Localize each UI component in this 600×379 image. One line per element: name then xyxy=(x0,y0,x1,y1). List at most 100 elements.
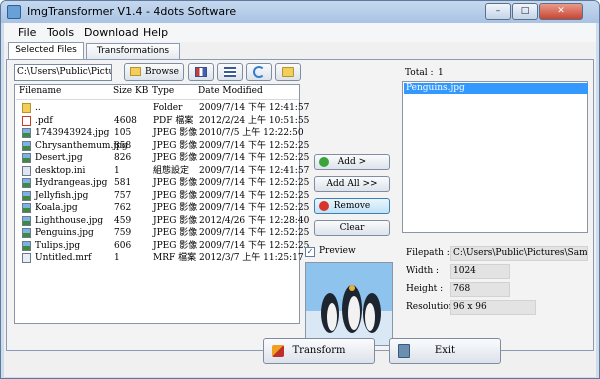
file-size: 858 xyxy=(114,140,132,151)
clear-button[interactable]: Clear xyxy=(314,220,390,236)
file-name: .. xyxy=(35,103,41,113)
selected-file-item[interactable]: Penguins.jpg xyxy=(404,83,588,94)
column-header-date[interactable]: Date Modified xyxy=(198,86,263,96)
file-list[interactable]: Filename Size KB Type Date Modified .. Fo… xyxy=(14,84,309,324)
file-size: 606 xyxy=(114,240,132,251)
image-file-icon xyxy=(22,203,31,213)
file-size: 581 xyxy=(114,178,132,188)
add-all-button[interactable]: Add All >> xyxy=(314,176,390,192)
table-row[interactable]: Chrysanthemum.jpg 858 JPEG 影像 2009/7/14 下午 … xyxy=(16,140,309,152)
exit-button[interactable]: Exit xyxy=(389,338,501,364)
refresh-icon xyxy=(253,66,265,78)
thumbnail-view-icon xyxy=(195,67,207,77)
generic-file-icon xyxy=(22,253,31,263)
width-value: 1024 xyxy=(450,264,510,279)
image-file-icon xyxy=(22,128,31,138)
preview-checkbox[interactable]: ✓ xyxy=(305,247,315,257)
remove-button[interactable]: Remove xyxy=(314,198,390,214)
refresh-button[interactable] xyxy=(246,63,272,81)
file-size: 459 xyxy=(114,215,132,226)
file-name: Jellyfish.jpg xyxy=(35,190,89,201)
folder-add-icon xyxy=(282,67,294,77)
folder-icon xyxy=(130,67,141,76)
minimize-button[interactable]: – xyxy=(485,3,511,20)
table-row[interactable]: 1743943924.jpg 105 JPEG 影像 2010/7/5 上午 12:2… xyxy=(16,127,304,139)
browse-button[interactable]: Browse xyxy=(124,63,184,81)
menu-tools[interactable]: Tools xyxy=(47,26,74,39)
file-type: JPEG 影像 xyxy=(153,203,198,213)
image-file-icon xyxy=(22,153,31,163)
table-row[interactable]: Koala.jpg 762 JPEG 影像 2009/7/14 下午 12:52:25 xyxy=(16,202,309,214)
penguins-preview-image xyxy=(306,263,392,345)
image-file-icon xyxy=(22,215,31,226)
file-name: desktop.ini xyxy=(35,165,86,176)
file-size: 105 xyxy=(114,128,132,138)
table-row[interactable]: .pdf 4608 PDF 檔案 2012/2/24 上午 10:51:55 xyxy=(16,115,309,127)
table-row[interactable]: Hydrangeas.jpg 581 JPEG 影像 2009/7/14 下午 12:… xyxy=(16,177,309,189)
maximize-button[interactable]: □ xyxy=(512,3,538,20)
file-name: Tulips.jpg xyxy=(35,240,81,251)
file-name: Untitled.mrf xyxy=(35,253,92,263)
file-size: 1 xyxy=(114,253,120,263)
add-folder-button[interactable] xyxy=(275,63,301,81)
file-date: 2009/7/14 下午 12:52:25 xyxy=(199,203,310,213)
filepath-value: C:\Users\Public\Pictures\Sample Pictur xyxy=(450,246,588,261)
filepath-label: Filepath : xyxy=(406,248,450,258)
file-type: JPEG 影像 xyxy=(153,128,198,138)
add-button[interactable]: Add > xyxy=(314,154,390,170)
folder-path-field[interactable]: C:\Users\Public\Pictures\Sa xyxy=(14,64,112,81)
file-date: 2012/4/26 下午 12:28:40 xyxy=(199,215,310,226)
file-size: 762 xyxy=(114,203,132,213)
image-file-icon xyxy=(22,240,31,251)
table-row[interactable]: Tulips.jpg 606 JPEG 影像 2009/7/14 下午 12:52:2… xyxy=(16,240,309,252)
file-date: 2012/2/24 上午 10:51:55 xyxy=(199,115,310,126)
selected-files-list[interactable]: Penguins.jpg xyxy=(402,81,588,233)
file-type: JPEG 影像 xyxy=(153,228,198,238)
file-date: 2012/3/7 上午 11:25:17 xyxy=(199,253,304,263)
image-file-icon xyxy=(22,178,31,188)
menu-download[interactable]: Download xyxy=(84,26,139,39)
table-row[interactable]: Penguins.jpg 759 JPEG 影像 2009/7/14 下午 12:52… xyxy=(16,227,309,239)
file-name: Hydrangeas.jpg xyxy=(35,178,108,188)
file-type: Folder xyxy=(153,103,183,113)
settings-file-icon xyxy=(22,165,31,176)
file-date: 2009/7/14 下午 12:52:25 xyxy=(199,228,310,238)
file-name: 1743943924.jpg xyxy=(35,128,110,138)
column-header-filename[interactable]: Filename xyxy=(19,86,61,96)
table-row[interactable]: .. Folder 2009/7/14 下午 12:41:57 xyxy=(16,102,309,114)
file-type: PDF 檔案 xyxy=(153,115,194,126)
file-name: Penguins.jpg xyxy=(35,228,94,238)
height-label: Height : xyxy=(406,284,444,294)
thumbnail-view-button[interactable] xyxy=(188,63,214,81)
title-bar[interactable]: ImgTransformer V1.4 - 4dots Software – □… xyxy=(1,1,599,23)
file-type: JPEG 影像 xyxy=(153,190,198,201)
details-view-icon xyxy=(224,67,236,77)
file-date: 2009/7/14 下午 12:52:25 xyxy=(199,240,310,251)
column-header-type[interactable]: Type xyxy=(152,86,174,96)
file-name: .pdf xyxy=(35,115,53,126)
width-label: Width : xyxy=(406,266,440,276)
total-label: Total : xyxy=(405,68,434,78)
transform-button[interactable]: Transform xyxy=(263,338,375,364)
tab-transformations[interactable]: Transformations xyxy=(86,43,180,60)
file-date: 2009/7/14 下午 12:41:57 xyxy=(199,103,310,113)
table-row[interactable]: Lighthouse.jpg 459 JPEG 影像 2012/4/26 下午 12:… xyxy=(16,215,309,227)
menu-help[interactable]: Help xyxy=(143,26,168,39)
file-type: JPEG 影像 xyxy=(153,178,198,188)
add-label: Add > xyxy=(337,157,367,167)
file-date: 2009/7/14 下午 12:52:25 xyxy=(199,140,310,151)
remove-label: Remove xyxy=(333,201,371,211)
table-row[interactable]: Desert.jpg 826 JPEG 影像 2009/7/14 下午 12:52:2… xyxy=(16,152,309,164)
list-view-button[interactable] xyxy=(217,63,243,81)
tab-selected-files[interactable]: Selected Files xyxy=(8,42,84,60)
file-date: 2009/7/14 下午 12:52:25 xyxy=(199,153,310,163)
app-window: ImgTransformer V1.4 - 4dots Software – □… xyxy=(0,0,600,379)
file-size: 759 xyxy=(114,228,132,238)
column-header-size[interactable]: Size KB xyxy=(113,86,148,96)
table-row[interactable]: desktop.ini 1 組態設定 2009/7/14 下午 12:41:57 xyxy=(16,165,309,177)
table-row[interactable]: Untitled.mrf 1 MRF 檔案 2012/3/7 上午 11:25:17 xyxy=(16,252,304,264)
table-row[interactable]: Jellyfish.jpg 757 JPEG 影像 2009/7/14 下午 12:5… xyxy=(16,190,309,202)
menu-file[interactable]: File xyxy=(18,26,36,39)
close-button[interactable]: ✕ xyxy=(539,3,583,20)
window-title: ImgTransformer V1.4 - 4dots Software xyxy=(27,5,237,18)
